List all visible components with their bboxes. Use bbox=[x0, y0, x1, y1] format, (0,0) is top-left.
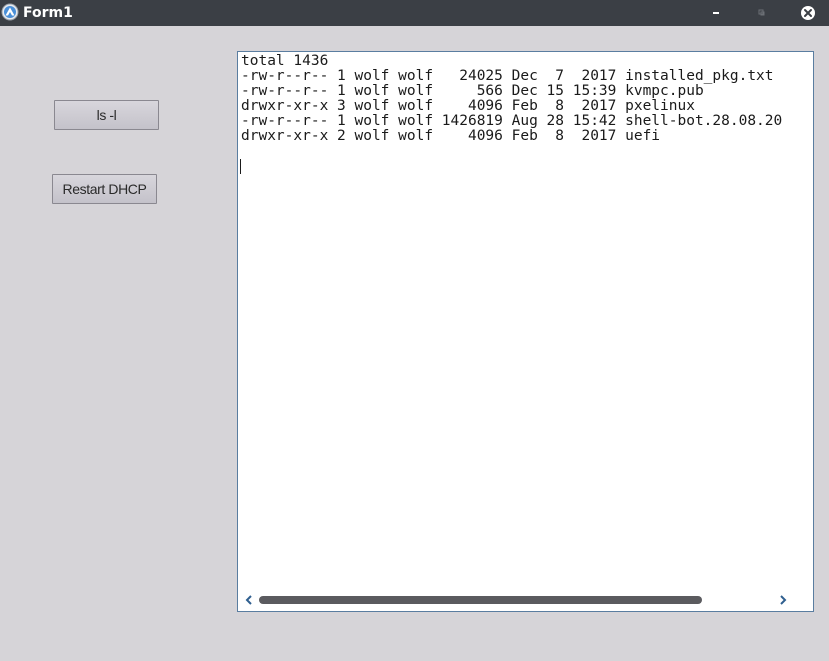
app-logo-icon bbox=[1, 3, 19, 21]
minimize-button[interactable] bbox=[707, 4, 725, 22]
maximize-icon bbox=[758, 9, 765, 16]
close-icon bbox=[801, 6, 815, 20]
maximize-button[interactable] bbox=[752, 4, 770, 22]
terminal-line: drwxr-xr-x 3 wolf wolf 4096 Feb 8 2017 p… bbox=[241, 98, 695, 114]
terminal-line: -rw-r--r-- 1 wolf wolf 566 Dec 15 15:39 … bbox=[241, 83, 704, 99]
close-button[interactable] bbox=[799, 4, 817, 22]
text-caret bbox=[240, 159, 241, 174]
terminal-line: drwxr-xr-x 2 wolf wolf 4096 Feb 8 2017 u… bbox=[241, 128, 661, 144]
title-bar[interactable]: Form1 bbox=[0, 0, 829, 26]
terminal-line: -rw-r--r-- 1 wolf wolf 24025 Dec 7 2017 … bbox=[241, 68, 774, 84]
horizontal-scrollbar[interactable] bbox=[239, 592, 812, 608]
scrollbar-thumb[interactable] bbox=[259, 596, 702, 604]
main-window: Form1 ls -l Restart DHCP total 1436 -rw-… bbox=[0, 0, 829, 661]
minimize-icon bbox=[713, 12, 719, 14]
terminal-text: total 1436 -rw-r--r-- 1 wolf wolf 24025 … bbox=[241, 54, 790, 554]
window-title: Form1 bbox=[23, 5, 73, 21]
terminal-output-textarea[interactable]: total 1436 -rw-r--r-- 1 wolf wolf 24025 … bbox=[237, 51, 814, 612]
restart-dhcp-button[interactable]: Restart DHCP bbox=[52, 174, 157, 204]
chevron-right-icon[interactable] bbox=[778, 594, 788, 606]
terminal-line: total 1436 bbox=[241, 54, 329, 69]
ls-button[interactable]: ls -l bbox=[54, 100, 159, 130]
terminal-line: -rw-r--r-- 1 wolf wolf 1426819 Aug 28 15… bbox=[241, 113, 783, 129]
chevron-left-icon[interactable] bbox=[244, 594, 254, 606]
